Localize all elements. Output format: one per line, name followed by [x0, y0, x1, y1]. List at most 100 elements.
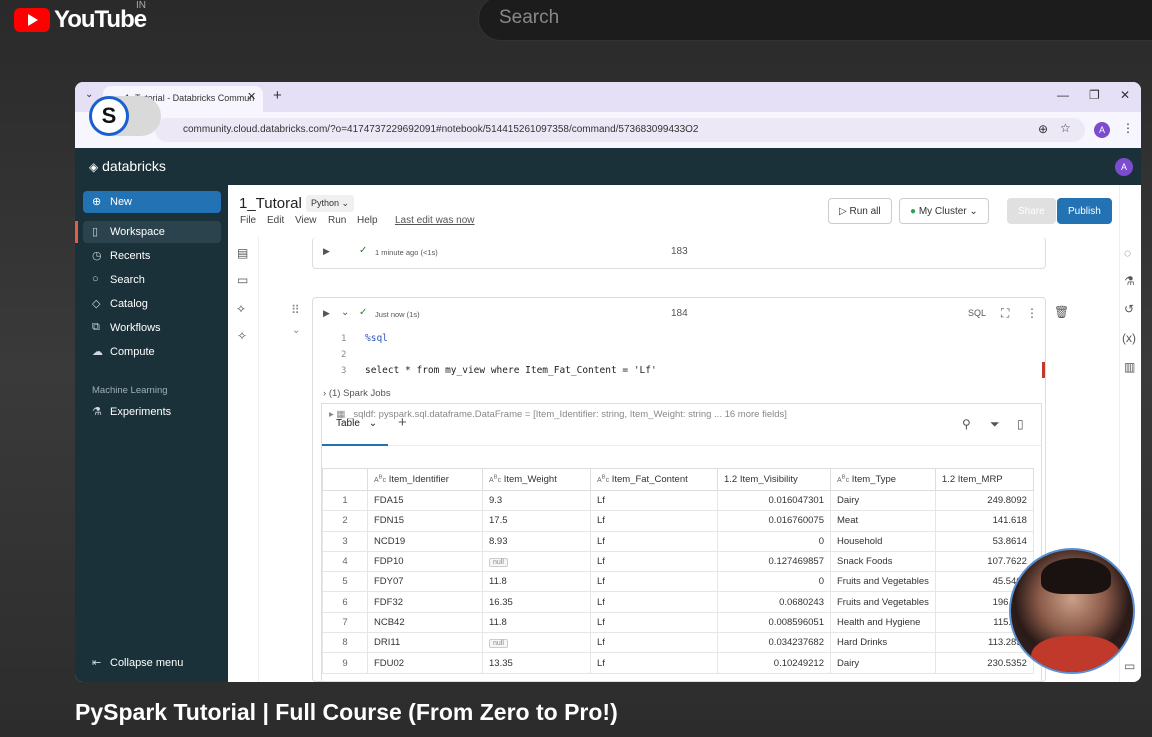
notebook-title[interactable]: 1_Tutoral — [239, 195, 302, 212]
code-line-3[interactable]: select * from my_view where Item_Fat_Con… — [365, 365, 657, 376]
youtube-search-input[interactable]: Search — [478, 0, 1152, 41]
table-row[interactable]: 1 FDA15 9.3 Lf 0.016047301 Dairy 249.8092 — [322, 489, 1034, 512]
panel-toggle-icon[interactable]: ▭ — [1124, 659, 1135, 673]
table-row[interactable]: 7 NCB42 11.8 Lf 0.008596051 Health and Hygien… — [322, 611, 1034, 634]
workflows-icon: ⧉ — [92, 321, 100, 333]
table-cell: Lf — [590, 591, 718, 613]
search-icon[interactable]: ⚲ — [962, 417, 971, 431]
comments-icon[interactable]: ◌ — [1124, 246, 1131, 260]
add-visualization-icon[interactable]: + — [398, 414, 407, 431]
youtube-logo[interactable]: YouTube — [14, 6, 147, 34]
null-badge: null — [489, 639, 508, 649]
bookmark-star-icon[interactable]: ☆ — [1060, 121, 1071, 135]
databricks-logo[interactable]: ◈ databricks — [89, 158, 166, 174]
new-button[interactable]: ⊕ New — [83, 191, 221, 213]
drag-handle-icon[interactable]: ⠿ — [291, 303, 300, 317]
table-row[interactable]: 8 DRI11 null Lf 0.034237682 Hard Drinks 113.28… — [322, 632, 1034, 654]
delete-cell-icon[interactable]: 🗑 — [1054, 305, 1069, 319]
restore-icon[interactable]: ❐ — [1089, 88, 1100, 102]
presenter-shirt — [1031, 636, 1121, 672]
run-all-button[interactable]: ▷ Run all — [828, 198, 892, 224]
assistant-sparkle-icon[interactable]: ✧ — [237, 329, 247, 343]
filter-icon[interactable]: ⏷ — [990, 417, 1000, 432]
tab-table[interactable]: Table ⌄ — [336, 418, 377, 429]
new-tab-icon[interactable]: + — [273, 87, 282, 104]
history-icon[interactable]: ↺ — [1124, 302, 1134, 316]
menu-edit[interactable]: Edit — [267, 215, 284, 226]
libraries-icon[interactable]: ▥ — [1124, 360, 1135, 374]
url-field[interactable]: community.cloud.databricks.com/?o=417473… — [155, 118, 1085, 142]
sidebar-item-experiments[interactable]: ⚗ Experiments — [83, 401, 221, 423]
language-selector[interactable]: Python ⌄ — [306, 195, 355, 212]
last-edit-link[interactable]: Last edit was now — [395, 215, 475, 226]
share-button[interactable]: Share — [1007, 198, 1056, 224]
chevron-down-icon[interactable]: ⌄ — [341, 307, 349, 318]
table-row[interactable]: 9 FDU02 13.35 Lf 0.10249212 Dairy 230.5352 — [322, 652, 1034, 674]
chevron-down-icon: ⌄ — [341, 198, 350, 208]
browser-profile-avatar[interactable]: A — [1094, 122, 1110, 138]
row-index-cell: 9 — [322, 652, 368, 674]
table-row[interactable]: 6 FDF32 16.35 Lf 0.0680243 Fruits and Vegetab… — [322, 591, 1034, 613]
column-header[interactable]: ABc Item_Weight — [482, 468, 591, 491]
column-header-label: Item_MRP — [957, 474, 1003, 485]
column-header[interactable]: 1.2 Item_MRP — [934, 468, 1034, 491]
notebook-cell-183[interactable]: ▶ ✓ 1 minute ago (<1s) 183 — [312, 237, 1046, 269]
spark-jobs-toggle[interactable]: › (1) Spark Jobs — [323, 388, 391, 399]
close-window-icon[interactable]: ✕ — [1120, 88, 1130, 102]
variables-icon[interactable]: (x) — [1122, 331, 1136, 345]
minimize-icon[interactable]: — — [1057, 88, 1069, 102]
sidebar-item-compute[interactable]: ☁ Compute — [83, 341, 221, 363]
table-cell: 0.034237682 — [717, 632, 831, 654]
run-cell-icon[interactable]: ▶ — [323, 246, 330, 257]
url-text: community.cloud.databricks.com/?o=417473… — [183, 124, 699, 135]
databricks-brand-text: databricks — [102, 158, 166, 174]
sidebar-item-recents[interactable]: ◷ Recents — [83, 245, 221, 267]
column-header[interactable]: ABc Item_Type — [830, 468, 936, 491]
column-header-label: Item_Visibility — [739, 474, 798, 485]
menu-file[interactable]: File — [240, 215, 256, 226]
collapse-cell-icon[interactable]: ⌄ — [292, 325, 300, 336]
publish-button[interactable]: Publish — [1057, 198, 1112, 224]
presenter-webcam — [1009, 548, 1135, 674]
browser-menu-icon[interactable]: ⋮ — [1122, 121, 1134, 135]
code-line-1[interactable]: %sql — [365, 333, 388, 344]
sidebar-item-workspace[interactable]: ▯ Workspace — [75, 221, 221, 243]
experiment-icon[interactable]: ⚗ — [1124, 274, 1135, 288]
table-row[interactable]: 2 FDN15 17.5 Lf 0.016760075 Meat 141.618 — [322, 510, 1034, 532]
collapse-label: Collapse menu — [110, 657, 184, 669]
column-header[interactable]: ABc Item_Fat_Content — [590, 468, 718, 491]
menu-help[interactable]: Help — [357, 215, 378, 226]
sidebar-item-catalog[interactable]: ◇ Catalog — [83, 293, 221, 315]
sidebar-item-workflows[interactable]: ⧉ Workflows — [83, 317, 221, 339]
table-row[interactable]: 5 FDY07 11.8 Lf 0 Fruits and Vegetables 45.540… — [322, 571, 1034, 593]
sidebar-item-search[interactable]: ○ Search — [83, 269, 221, 291]
table-row[interactable]: 4 FDP10 null Lf 0.127469857 Snack Foods 107.76… — [322, 550, 1034, 573]
shapes-icon[interactable]: ⟡ — [237, 301, 245, 316]
row-index-cell: 7 — [322, 611, 368, 634]
table-cell: Lf — [590, 530, 718, 552]
table-row[interactable]: 3 NCD19 8.93 Lf 0 Household 53.8614 — [322, 530, 1034, 552]
column-header[interactable]: ABc Item_Identifier — [367, 468, 483, 491]
panel-icon[interactable]: ▯ — [1017, 417, 1024, 431]
zoom-icon[interactable]: ⊕ — [1038, 122, 1048, 136]
cell-language-badge[interactable]: SQL — [968, 308, 986, 318]
cluster-selector[interactable]: ● My Cluster ⌄ — [899, 198, 989, 224]
folder-icon[interactable]: ▭ — [237, 273, 248, 287]
databricks-sidebar: ⊕ New ▯ Workspace ◷ Recents ○ Search ◇ C… — [75, 185, 228, 682]
tab-close-icon[interactable]: ✕ — [247, 90, 256, 103]
table-of-contents-icon[interactable]: ▤ — [237, 246, 248, 260]
video-title[interactable]: PySpark Tutorial | Full Course (From Zer… — [75, 699, 618, 726]
video-player[interactable]: ⌄ 1_Tutorial - Databricks Commun ✕ + — ❐… — [75, 82, 1141, 682]
tab-list-chevron-icon[interactable]: ⌄ — [85, 89, 93, 100]
fullscreen-icon[interactable]: ⛶ — [1001, 306, 1009, 321]
column-header[interactable]: 1.2 Item_Visibility — [717, 468, 831, 491]
menu-view[interactable]: View — [295, 215, 317, 226]
collapse-menu-button[interactable]: ⇤ Collapse menu — [83, 652, 221, 674]
menu-run[interactable]: Run — [328, 215, 346, 226]
extension-badge[interactable]: S — [89, 96, 161, 136]
user-avatar[interactable]: A — [1115, 158, 1133, 176]
run-cell-icon[interactable]: ▶ — [323, 308, 330, 319]
cell-menu-icon[interactable]: ⋮ — [1026, 306, 1038, 320]
cloud-icon: ☁ — [92, 346, 103, 358]
table-cell: 0.016760075 — [717, 510, 831, 532]
